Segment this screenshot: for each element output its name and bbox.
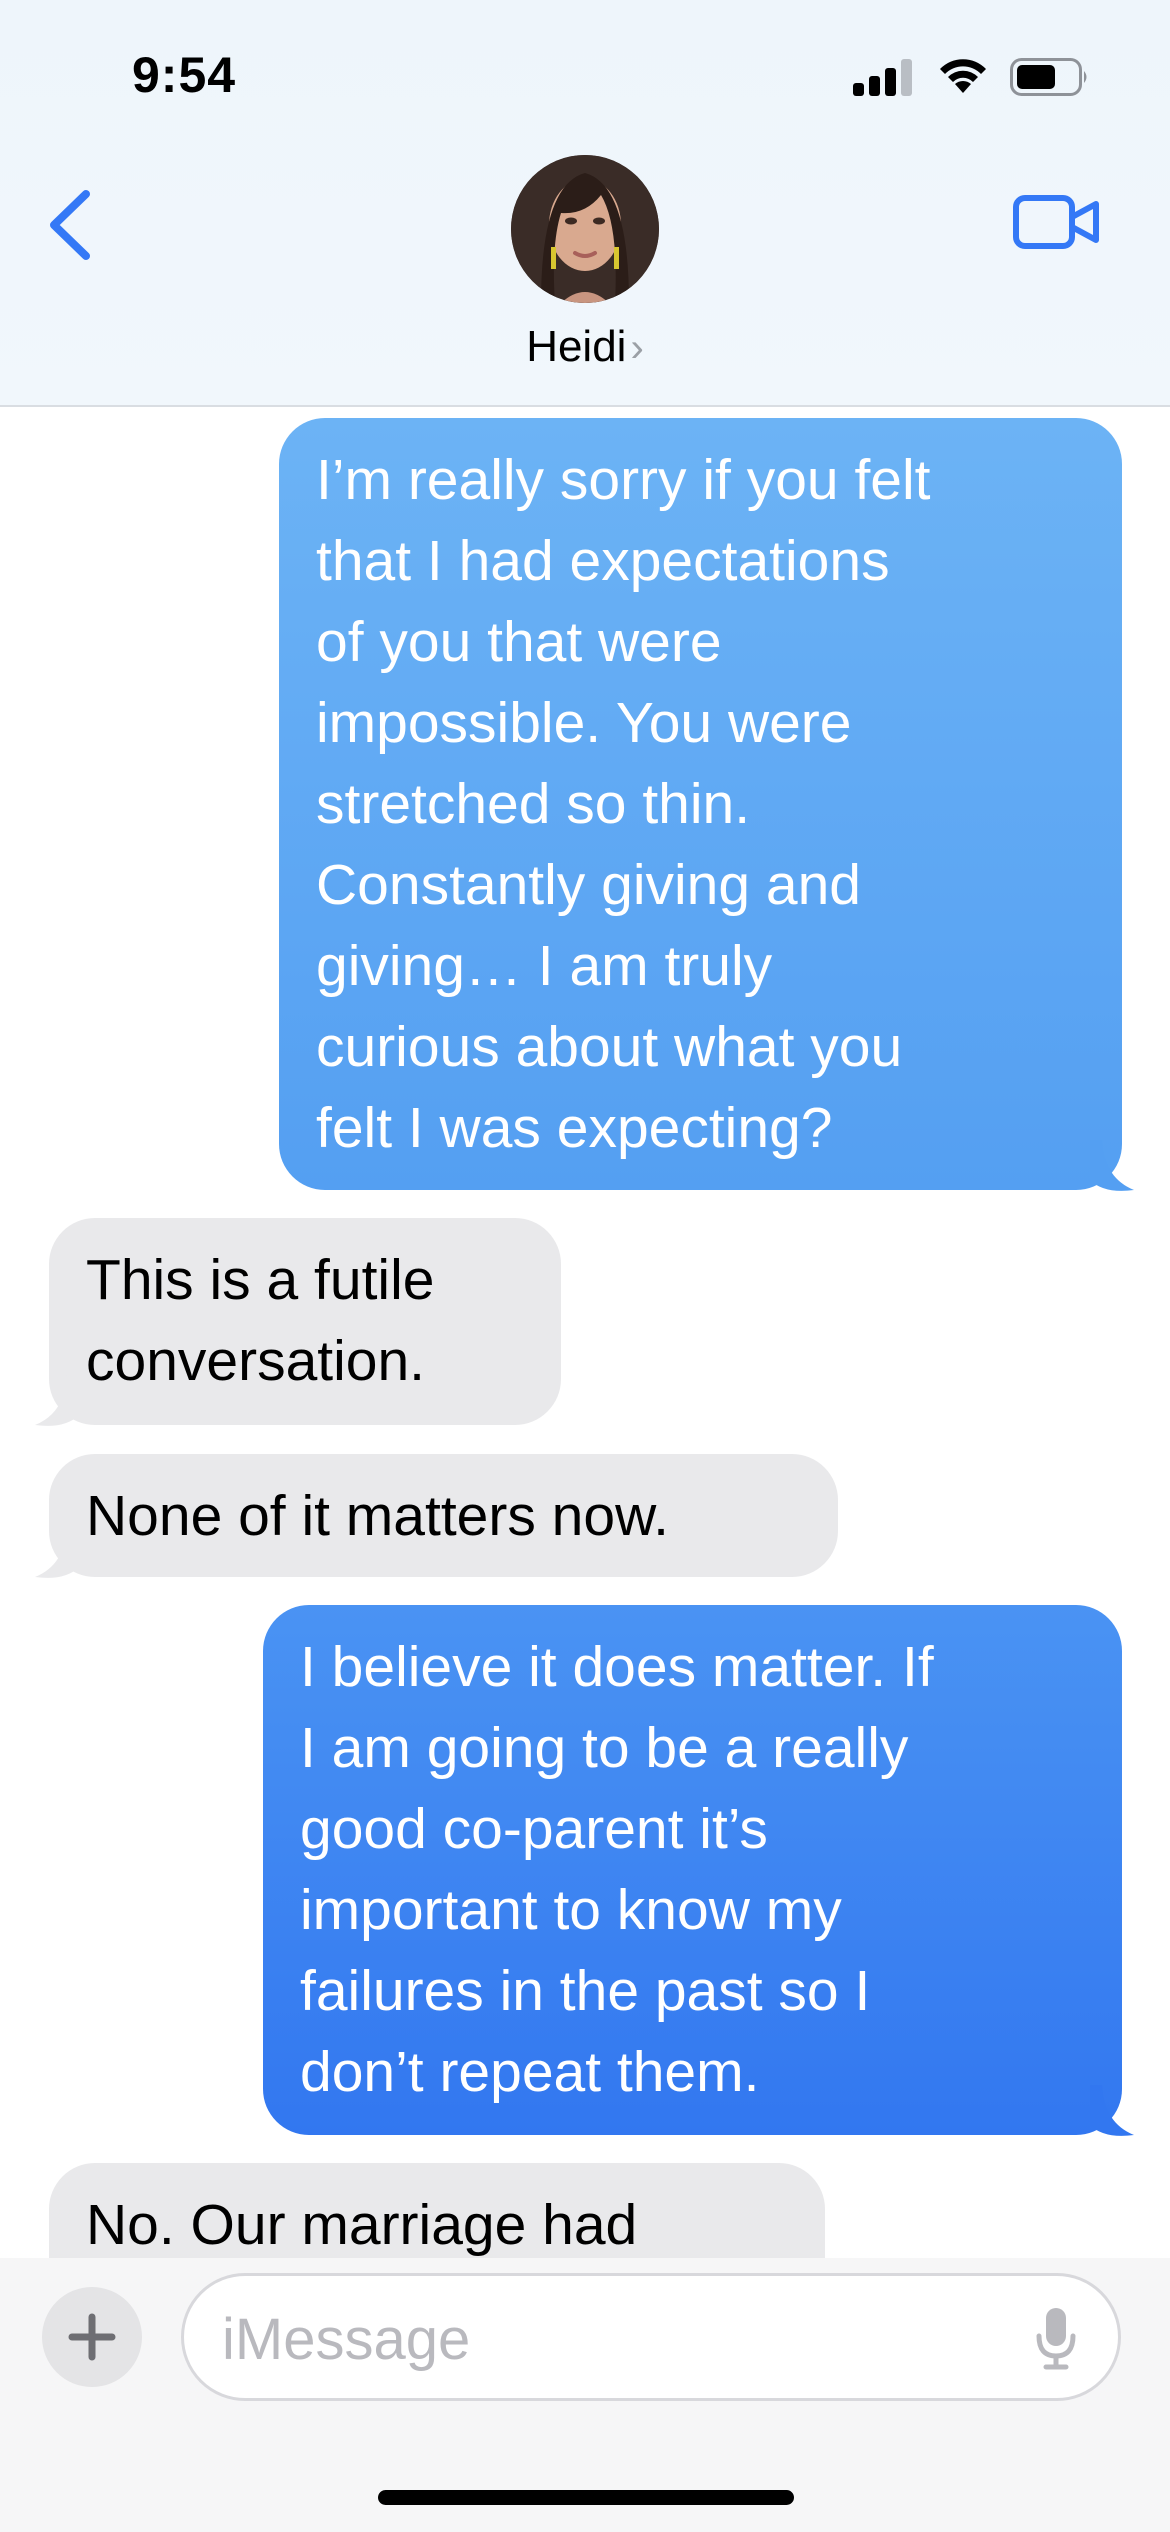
sent-bubble-tail — [1090, 1140, 1134, 1191]
microphone-icon[interactable] — [1036, 2306, 1076, 2370]
contact-details-chevron-icon: › — [630, 326, 644, 370]
apps-plus-button[interactable] — [42, 2287, 142, 2387]
video-call-icon[interactable] — [1012, 192, 1102, 252]
imessage-input[interactable]: iMessage — [181, 2273, 1121, 2401]
received-bubble-tail — [35, 1527, 79, 1578]
status-time: 9:54 — [132, 47, 237, 103]
sent-message-bubble[interactable]: I believe it does matter. If I am going … — [263, 1605, 1122, 2135]
back-chevron-icon[interactable] — [40, 180, 100, 270]
received-message-bubble[interactable]: None of it matters now. — [49, 1454, 838, 1577]
battery-icon — [1010, 58, 1087, 96]
received-message-bubble[interactable]: This is a futile conversation. — [49, 1218, 561, 1425]
cellular-signal-icon — [853, 58, 913, 96]
received-bubble-tail — [35, 1375, 79, 1426]
contact-avatar[interactable] — [511, 155, 659, 303]
contact-name: Heidi — [526, 322, 627, 371]
contact-name-button[interactable]: Heidi › — [0, 322, 1170, 372]
wifi-icon — [940, 59, 986, 93]
sent-bubble-tail — [1090, 2085, 1134, 2136]
home-indicator[interactable] — [378, 2490, 794, 2505]
sent-message-bubble[interactable]: I’m really sorry if you felt that I had … — [279, 418, 1122, 1190]
plus-icon — [68, 2313, 116, 2361]
conversation-header: 9:54 Heidi › — [0, 0, 1170, 407]
imessage-placeholder: iMessage — [222, 2307, 471, 2372]
